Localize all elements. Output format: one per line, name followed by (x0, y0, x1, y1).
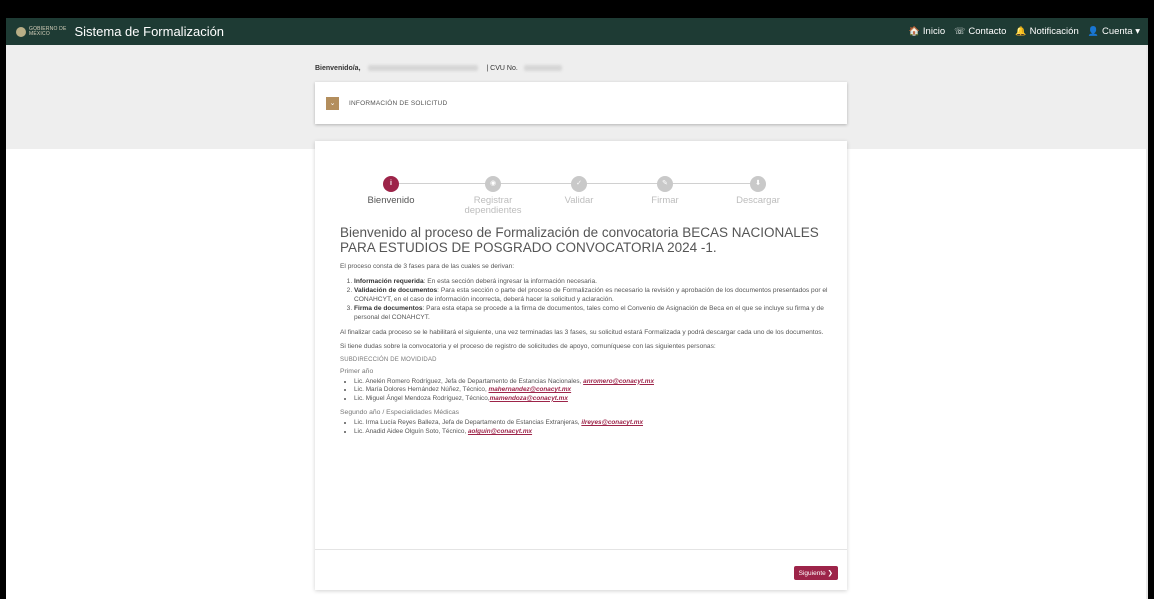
list-item: Firma de documentos: Para esta etapa se … (354, 304, 830, 322)
email-link[interactable]: aolguin@conacyt.mx (468, 428, 532, 435)
phases-list: Información requerida: En esta sección d… (340, 277, 830, 323)
step-label: Registrar dependientes (464, 195, 522, 216)
page-title: Bienvenido al proceso de Formalización d… (340, 225, 819, 255)
nav-link-label: Cuenta ▾ (1101, 26, 1140, 37)
phase-title: Firma de documentos (354, 305, 423, 313)
step-label: Descargar (736, 195, 780, 206)
app-title: Sistema de Formalización (74, 24, 225, 39)
step-firmar[interactable]: ✎ Firmar (625, 176, 705, 206)
email-link[interactable]: mamendoza@conacyt.mx (490, 395, 568, 402)
list-item: Validación de documentos: Para esta secc… (354, 286, 830, 304)
solicitud-info-title: INFORMACIÓN DE SOLICITUD (349, 99, 448, 107)
list-item: Lic. María Dolores Hernández Núñez, Técn… (354, 386, 830, 395)
chevron-down-icon[interactable]: ⌄ (326, 96, 339, 110)
info-icon: i (383, 176, 399, 192)
nav-link-notificacion[interactable]: 🔔 Notificación (1015, 26, 1078, 37)
step-label: Firmar (651, 195, 679, 206)
step-registrar-dependientes[interactable]: ◉ Registrar dependientes (453, 176, 533, 216)
welcome-line: Bienvenido/a, | CVU No. (315, 65, 562, 72)
solicitud-info-panel[interactable]: ⌄ INFORMACIÓN DE SOLICITUD (315, 82, 847, 124)
home-icon: 🏠 (908, 26, 920, 36)
phase-text: : En esta sección deberá ingresar la inf… (423, 277, 597, 285)
welcome-label: Bienvenido/a, (315, 65, 361, 72)
contact-text: Lic. María Dolores Hernández Núñez, Técn… (354, 386, 489, 394)
year1-label: Primer año (340, 367, 374, 375)
download-icon: ⬇ (750, 176, 766, 192)
step-label: Bienvenido (367, 195, 415, 206)
stepper: i Bienvenido ◉ Registrar dependientes ✓ … (315, 159, 847, 216)
pencil-icon: ✎ (657, 176, 673, 192)
doubts-text: Si tiene dudas sobre la convocatoria y e… (340, 343, 716, 351)
nav-link-label: Inicio (922, 26, 946, 37)
contact-text: Lic. Anadid Aidee Olguín Soto, Técnico, (354, 427, 468, 435)
nav-link-label: Notificación (1029, 26, 1079, 37)
email-link[interactable]: mahernandez@conacyt.mx (489, 386, 572, 393)
nav-links: 🏠 Inicio ☏ Contacto 🔔 Notificación 👤 Cuenta … (909, 26, 1140, 37)
step-descargar[interactable]: ⬇ Descargar (718, 176, 798, 206)
phase-text: : Para esta etapa se procede a la firma … (354, 305, 824, 322)
list-item: Lic. Anadid Aidee Olguín Soto, Técnico, … (354, 428, 830, 437)
user-name-redacted (368, 65, 479, 72)
list-item: Información requerida: En esta sección d… (354, 277, 830, 286)
browser-viewport: GOBIERNO DE MÉXICO Sistema de Formalizac… (6, 18, 1148, 599)
nav-link-label: Contacto (968, 26, 1007, 37)
nav-link-cuenta[interactable]: 👤 Cuenta ▾ (1088, 26, 1140, 37)
people-icon: ◉ (485, 176, 501, 192)
card-divider (315, 549, 847, 550)
cvu-number-redacted (523, 65, 562, 72)
main-card: i Bienvenido ◉ Registrar dependientes ✓ … (315, 141, 847, 590)
bell-icon: 🔔 (1015, 26, 1027, 36)
year2-contacts: Lic. Irma Lucía Reyes Balleza, Jefa de D… (340, 419, 830, 436)
scrollbar[interactable] (1146, 45, 1148, 599)
gov-logo-line2: MÉXICO (29, 30, 50, 37)
user-icon: 👤 (1087, 26, 1099, 36)
subdireccion-label: SUBDIRECCIÓN DE MOVIDIDAD (340, 356, 437, 363)
seal-icon (16, 26, 26, 37)
phase-title: Validación de documentos (354, 286, 438, 294)
government-logo: GOBIERNO DE MÉXICO (16, 26, 66, 37)
phase-title: Información requerida (354, 277, 424, 285)
cvu-label: | CVU No. (486, 65, 518, 72)
finish-text: Al finalizar cada proceso se le habilita… (340, 328, 824, 336)
year2-label: Segundo año / Especialidades Médicas (340, 409, 460, 417)
contact-text: Lic. Irma Lucía Reyes Balleza, Jefa de D… (354, 419, 582, 427)
email-link[interactable]: ilreyes@conacyt.mx (581, 419, 643, 426)
email-link[interactable]: anromero@conacyt.mx (583, 378, 654, 385)
list-item: Lic. Miguel Ángel Mendoza Rodríguez, Téc… (354, 395, 830, 404)
step-validar[interactable]: ✓ Validar (539, 176, 619, 206)
brand[interactable]: GOBIERNO DE MÉXICO Sistema de Formalizac… (16, 24, 224, 39)
year1-contacts: Lic. Anelén Romero Rodríguez, Jefa de De… (340, 378, 830, 404)
nav-link-contacto[interactable]: ☏ Contacto (954, 26, 1006, 37)
list-item: Lic. Irma Lucía Reyes Balleza, Jefa de D… (354, 419, 830, 428)
check-icon: ✓ (571, 176, 587, 192)
welcome-content: Bienvenido al proceso de Formalización d… (340, 225, 830, 442)
list-item: Lic. Anelén Romero Rodríguez, Jefa de De… (354, 378, 830, 387)
next-button[interactable]: Siguiente ❯ (793, 566, 838, 580)
contact-text: Lic. Anelén Romero Rodríguez, Jefa de De… (354, 377, 584, 385)
contact-icon: ☏ (954, 26, 966, 36)
step-label: Validar (564, 195, 594, 206)
step-bienvenido[interactable]: i Bienvenido (351, 176, 431, 206)
contact-text: Lic. Miguel Ángel Mendoza Rodríguez, Téc… (354, 394, 490, 402)
nav-link-inicio[interactable]: 🏠 Inicio (909, 26, 945, 37)
top-navbar: GOBIERNO DE MÉXICO Sistema de Formalizac… (6, 18, 1148, 45)
intro-text: El proceso consta de 3 fases para de las… (340, 263, 515, 270)
